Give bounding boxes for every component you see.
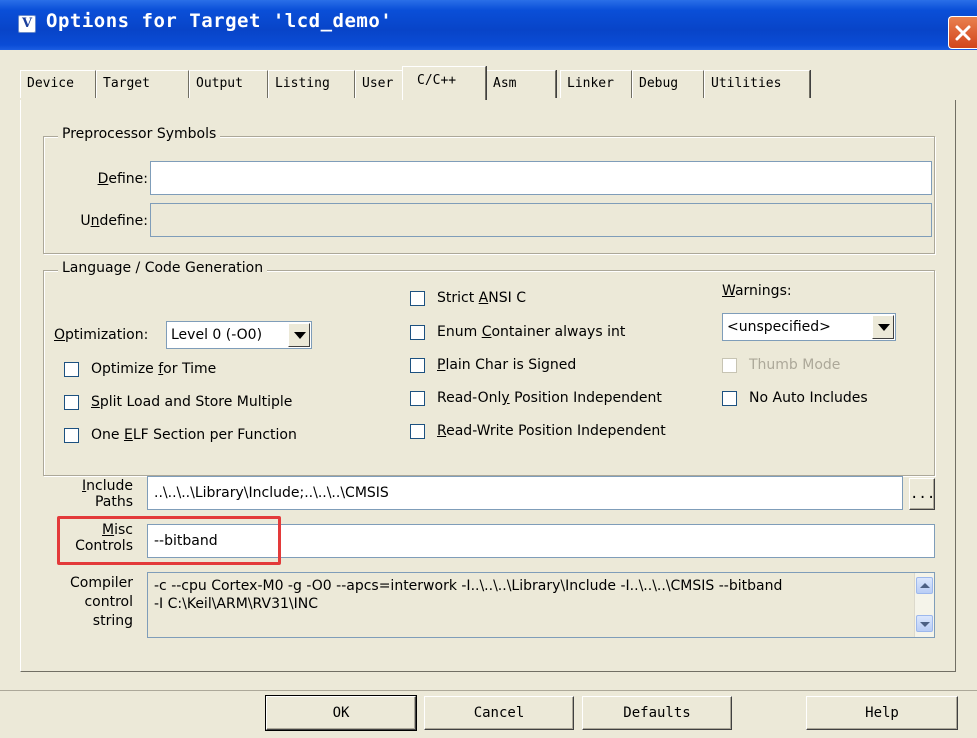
checkbox-box[interactable] (64, 361, 79, 377)
tab-debug[interactable]: Debug (632, 70, 704, 98)
no-auto-includes-checkbox[interactable]: No Auto Includes (722, 388, 868, 408)
language-title: Language / Code Generation (58, 260, 268, 276)
tab-linker[interactable]: Linker (560, 70, 632, 98)
enum-container-label: Enum Container always int (437, 324, 626, 340)
strict-ansi-c-checkbox[interactable]: Strict ANSI C (410, 288, 526, 308)
chevron-down-icon[interactable] (288, 323, 310, 347)
chevron-down-icon[interactable] (872, 315, 894, 339)
warnings-value: <unspecified> (727, 319, 831, 335)
defaults-button[interactable]: Defaults (582, 696, 732, 730)
language-group: Language / Code Generation Optimization:… (43, 260, 935, 476)
compiler-string-line: -c --cpu Cortex-M0 -g -O0 --apcs=interwo… (154, 578, 783, 594)
checkbox-box[interactable] (410, 390, 425, 406)
tab-asm[interactable]: Asm (486, 70, 556, 98)
optimization-label: Optimization: (54, 327, 149, 343)
checkbox-box[interactable] (64, 394, 79, 410)
checkbox-box[interactable] (410, 324, 425, 340)
preprocessor-group: Preprocessor Symbols Define: Undefine: (43, 126, 935, 254)
optimize-for-time-checkbox[interactable]: Optimize for Time (64, 359, 216, 379)
read-write-pi-label: Read-Write Position Independent (437, 423, 666, 439)
checkbox-box[interactable] (410, 290, 425, 306)
optimize-for-time-label: Optimize for Time (91, 361, 217, 377)
plain-char-signed-checkbox[interactable]: Plain Char is Signed (410, 355, 576, 375)
cancel-button[interactable]: Cancel (424, 696, 574, 730)
window-title: Options for Target 'lcd_demo' (46, 10, 393, 32)
enum-container-checkbox[interactable]: Enum Container always int (410, 322, 625, 342)
scroll-down-icon[interactable] (916, 615, 933, 632)
compiler-control-label: Compiler control string (69, 575, 133, 629)
strict-ansi-c-label: Strict ANSI C (437, 290, 526, 306)
include-paths-label: Include Paths (82, 478, 133, 510)
divider (0, 690, 977, 691)
define-label: Define: (97, 171, 148, 187)
tab-target[interactable]: Target (96, 70, 189, 98)
warnings-select[interactable]: <unspecified> (722, 313, 896, 341)
checkbox-box (722, 357, 737, 373)
tab-device[interactable]: Device (20, 70, 96, 98)
tab-panel: Preprocessor Symbols Define: Undefine: L… (20, 100, 956, 672)
read-write-pi-checkbox[interactable]: Read-Write Position Independent (410, 421, 666, 441)
compiler-control-string[interactable]: -c --cpu Cortex-M0 -g -O0 --apcs=interwo… (147, 572, 935, 638)
optimization-value: Level 0 (-O0) (171, 327, 263, 343)
one-elf-section-label: One ELF Section per Function (91, 427, 297, 443)
preprocessor-title: Preprocessor Symbols (58, 126, 221, 142)
checkbox-box[interactable] (722, 390, 737, 406)
undefine-label: Undefine: (80, 213, 148, 229)
include-paths-input[interactable]: ..\..\..\Library\Include;..\..\..\CMSIS (147, 476, 903, 510)
tab-c-cpp[interactable]: C/C++ (402, 66, 486, 100)
ok-button[interactable]: OK (265, 695, 417, 731)
scroll-up-icon[interactable] (916, 577, 933, 594)
checkbox-box[interactable] (64, 427, 79, 443)
close-icon (955, 25, 971, 41)
plain-char-signed-label: Plain Char is Signed (437, 357, 577, 373)
undefine-input[interactable] (150, 203, 932, 237)
thumb-mode-checkbox: Thumb Mode (722, 355, 840, 375)
read-only-pi-checkbox[interactable]: Read-Only Position Independent (410, 388, 662, 408)
compiler-scrollbar[interactable] (914, 573, 934, 637)
compiler-string-line: -I C:\Keil\ARM\RV31\INC (154, 596, 318, 612)
no-auto-includes-label: No Auto Includes (749, 390, 868, 406)
thumb-mode-label: Thumb Mode (749, 357, 841, 373)
checkbox-box[interactable] (410, 357, 425, 373)
tab-utilities[interactable]: Utilities (704, 70, 810, 98)
title-bar[interactable]: V Options for Target 'lcd_demo' (0, 0, 977, 50)
help-button[interactable]: Help (806, 696, 958, 730)
include-browse-button[interactable]: ... (909, 478, 935, 510)
app-icon: V (18, 15, 36, 33)
tab-output[interactable]: Output (189, 70, 268, 98)
one-elf-section-checkbox[interactable]: One ELF Section per Function (64, 425, 297, 445)
split-load-store-label: Split Load and Store Multiple (91, 394, 293, 410)
checkbox-box[interactable] (410, 423, 425, 439)
define-input[interactable] (150, 161, 932, 195)
close-button[interactable] (948, 16, 977, 49)
highlight-box (57, 516, 281, 565)
tab-listing[interactable]: Listing (268, 70, 355, 98)
read-only-pi-label: Read-Only Position Independent (437, 390, 662, 406)
warnings-label: Warnings: (722, 283, 792, 299)
split-load-store-checkbox[interactable]: Split Load and Store Multiple (64, 392, 292, 412)
optimization-select[interactable]: Level 0 (-O0) (166, 321, 312, 349)
